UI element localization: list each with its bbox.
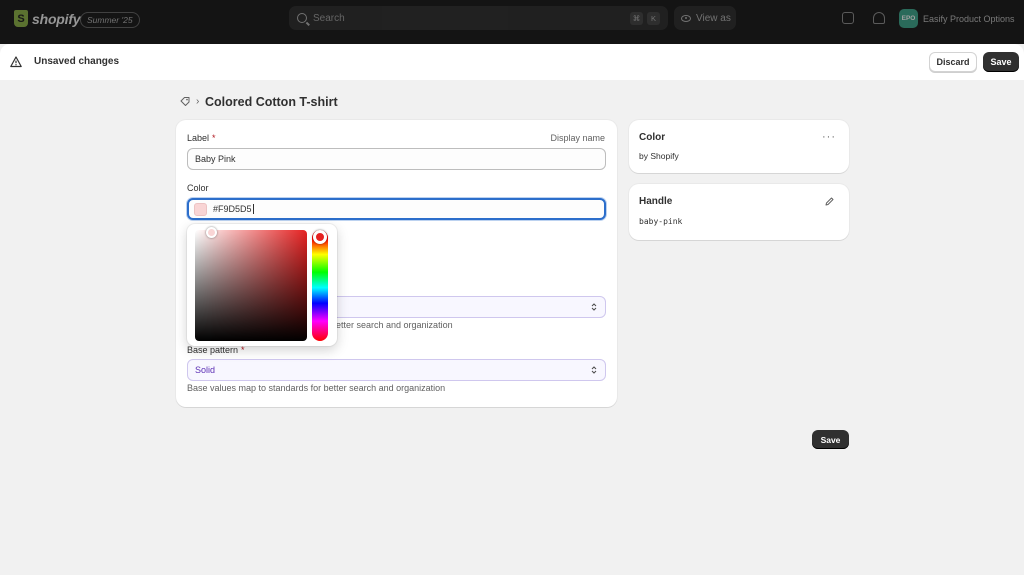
top-bar: S shopify Summer '25 Search ⌘ K View as … [0,0,1024,44]
saturation-handle[interactable] [206,227,217,238]
view-as-button[interactable]: View as [674,6,736,30]
label-field-text: Label [187,133,210,143]
search-bar[interactable]: Search ⌘ K [289,6,668,30]
color-input[interactable]: #F9D5D5 [187,198,606,220]
hue-slider[interactable] [312,230,328,341]
shortcut-k-key: K [647,11,660,25]
label-field-label: Label * [187,133,216,143]
select-arrows-icon [591,366,597,374]
select-arrows-icon [591,303,597,311]
shopify-logo[interactable]: S shopify [14,10,81,27]
pencil-edit-icon[interactable] [824,196,835,207]
search-placeholder: Search [313,12,345,24]
label-input[interactable]: Baby Pink [187,148,606,170]
tag-icon[interactable] [180,97,190,106]
inbox-icon[interactable] [842,12,854,24]
base-pattern-value: Solid [195,365,216,375]
more-actions-icon[interactable]: ··· [822,132,836,143]
base-pattern-label-text: Base pattern [187,345,239,355]
handle-value: baby-pink [639,217,683,226]
unsaved-changes-text: Unsaved changes [34,56,120,67]
breadcrumb-chevron-icon: › [196,96,200,107]
color-picker-popover [187,224,337,346]
base-pattern-label: Base pattern * [187,345,245,355]
saturation-brightness-area[interactable] [195,230,307,341]
required-marker: * [212,133,216,143]
text-caret [252,204,254,214]
save-button-bottom[interactable]: Save [812,430,849,449]
required-marker: * [241,345,245,355]
store-menu[interactable]: EPO Easify Product Options [899,9,1015,28]
view-as-label: View as [696,12,731,24]
shopify-bag-icon: S [14,10,28,27]
season-badge: Summer '25 [80,12,140,28]
color-hex-value: #F9D5D5 [213,204,252,214]
logo-text: shopify [32,10,81,27]
color-metaobject-card: Color ··· by Shopify [629,120,849,173]
handle-card: Handle baby-pink [629,184,849,240]
color-card-subtitle: by Shopify [639,151,679,161]
search-icon [297,13,307,23]
warning-icon [10,56,22,68]
shortcut-cmd-key: ⌘ [630,11,643,25]
color-swatch[interactable] [194,202,207,216]
page-title: Colored Cotton T-shirt [205,95,338,109]
eye-icon [681,14,691,22]
store-avatar: EPO [899,9,918,28]
color-card-title: Color [639,132,666,143]
unsaved-changes-bar: Unsaved changes [0,44,1024,80]
hidden-select-helper: etter search and organization [336,320,453,330]
bell-icon[interactable] [873,12,885,24]
display-name-hint: Display name [550,133,605,143]
color-field-label: Color [187,183,209,193]
save-button[interactable]: Save [983,52,1019,72]
handle-card-title: Handle [639,196,673,207]
store-name: Easify Product Options [923,13,1015,24]
base-pattern-helper: Base values map to standards for better … [187,383,446,393]
base-pattern-select[interactable]: Solid [187,359,606,381]
hue-handle[interactable] [313,230,327,244]
discard-button[interactable]: Discard [929,52,977,72]
